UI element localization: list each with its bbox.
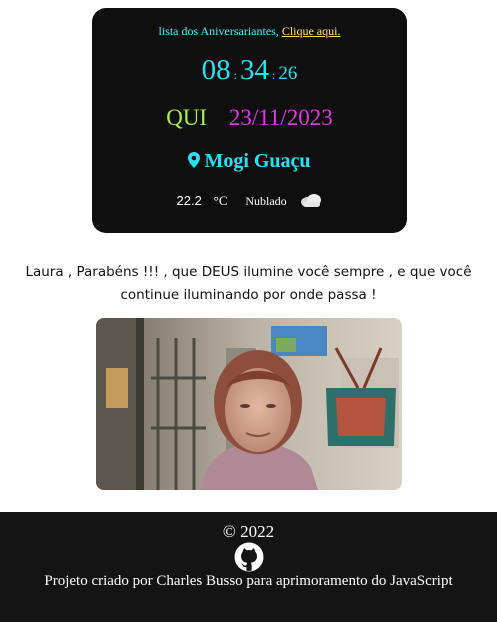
city-name: Mogi Guaçu [204, 150, 311, 172]
city-row: Mogi Guaçu [92, 150, 407, 174]
birthday-list-text: lista dos Aniversariantes, [158, 24, 279, 38]
weather-condition: Nublado [245, 194, 287, 208]
github-icon[interactable] [234, 542, 264, 572]
clock-time: 08:34:26 [92, 54, 407, 87]
birthday-list-line: lista dos Aniversariantes, Clique aqui. [92, 24, 407, 39]
weather-row: 22.2 °C Nublado [92, 192, 407, 211]
weekday: QUI [166, 105, 208, 130]
clock-seconds: 26 [278, 63, 298, 84]
project-credit: Projeto criado por Charles Busso para ap… [44, 573, 453, 589]
clock-separator: : [233, 68, 237, 82]
footer: © 2022 Projeto criado por Charles Busso … [0, 512, 497, 622]
clock-card: lista dos Aniversariantes, Clique aqui. … [92, 8, 407, 233]
message-line-1: Laura , Parabéns !!! , que DEUS ilumine … [25, 264, 472, 280]
message-line-2: continue iluminando por onde passa ! [120, 287, 377, 303]
temperature-unit: °C [213, 193, 228, 208]
current-date: 23/11/2023 [228, 105, 333, 130]
copyright-text: © 2022 [222, 522, 275, 541]
clock-hours: 08 [201, 54, 231, 86]
clock-minutes: 34 [240, 54, 269, 86]
clock-separator: : [272, 68, 276, 82]
location-pin-icon [188, 151, 201, 174]
birthday-list-link[interactable]: Clique aqui. [282, 24, 341, 38]
date-row: QUI 23/11/2023 [92, 105, 407, 131]
birthday-message: Laura , Parabéns !!! , que DEUS ilumine … [0, 261, 497, 307]
birthday-person-photo [96, 318, 402, 490]
temperature-value: 22.2 [176, 193, 202, 208]
cloud-icon [299, 192, 323, 211]
